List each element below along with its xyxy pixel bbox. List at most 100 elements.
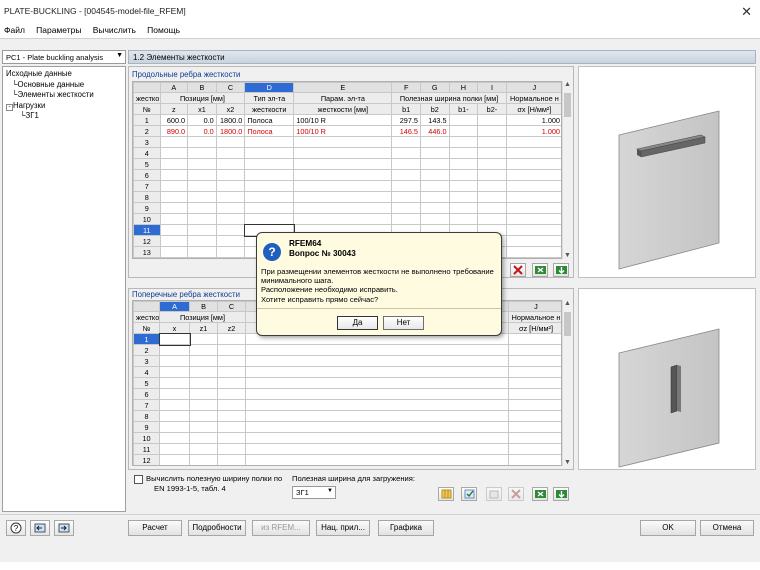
table-cell[interactable] — [215, 169, 246, 181]
from-rfem-button[interactable]: из RFEM... — [252, 520, 310, 536]
table-cell[interactable] — [477, 136, 507, 148]
table-cell[interactable] — [189, 388, 218, 400]
row-number[interactable]: 6 — [133, 388, 160, 400]
table-cell[interactable] — [159, 235, 189, 247]
table-cell[interactable] — [245, 421, 509, 433]
table-cell[interactable] — [508, 432, 561, 444]
tree-root[interactable]: Исходные данные — [6, 69, 122, 80]
table-cell[interactable] — [419, 202, 450, 214]
table-cell[interactable] — [419, 213, 450, 225]
table-cell[interactable] — [245, 388, 509, 400]
table-cell[interactable] — [215, 136, 246, 148]
cell-x1[interactable]: 0.0 — [187, 114, 217, 126]
table-cell[interactable] — [508, 333, 561, 345]
table-cell[interactable] — [505, 202, 561, 214]
table-cell[interactable] — [293, 202, 393, 214]
import-excel-icon[interactable] — [532, 487, 548, 501]
row-number[interactable]: 5 — [133, 158, 161, 170]
table-cell[interactable] — [508, 377, 561, 389]
col-letter[interactable]: A — [159, 301, 190, 312]
table-cell[interactable] — [217, 333, 246, 345]
table-cell[interactable] — [244, 136, 295, 148]
graphics-button[interactable]: Графика — [378, 520, 434, 536]
delete-row-icon[interactable] — [508, 487, 524, 501]
table-cell[interactable] — [245, 432, 509, 444]
table-cell[interactable] — [505, 158, 561, 170]
table-cell[interactable] — [159, 377, 190, 389]
table-cell[interactable] — [217, 366, 246, 378]
row-number[interactable]: 6 — [133, 169, 161, 181]
table-cell[interactable] — [391, 213, 421, 225]
table-cell[interactable] — [293, 169, 393, 181]
table-cell[interactable] — [477, 180, 507, 192]
table-cell[interactable] — [508, 388, 561, 400]
cell-b1m[interactable] — [448, 114, 479, 126]
table-cell[interactable] — [159, 191, 189, 203]
cell-b2[interactable]: 143.5 — [419, 114, 450, 126]
scroll-thumb[interactable] — [564, 312, 571, 336]
national-annex-button[interactable]: Нац. прил... — [316, 520, 370, 536]
row-number[interactable]: 10 — [133, 432, 160, 444]
table-cell[interactable] — [391, 136, 421, 148]
row-number[interactable]: 9 — [133, 421, 160, 433]
table-cell[interactable] — [508, 399, 561, 411]
table-cell[interactable] — [505, 136, 561, 148]
row-number[interactable]: 4 — [133, 366, 160, 378]
cell-type[interactable]: Полоса — [244, 114, 295, 126]
table-cell[interactable] — [158, 332, 191, 346]
table-cell[interactable] — [419, 191, 450, 203]
table-cell[interactable] — [159, 421, 190, 433]
table-cell[interactable] — [508, 443, 561, 455]
table-cell[interactable] — [159, 454, 190, 465]
table-cell[interactable] — [187, 246, 217, 258]
table-cell[interactable] — [159, 202, 189, 214]
table-cell[interactable] — [448, 213, 479, 225]
row-number[interactable]: 2 — [133, 344, 160, 356]
table-cell[interactable] — [508, 421, 561, 433]
table-cell[interactable] — [159, 147, 189, 159]
table-cell[interactable] — [187, 202, 217, 214]
row-number[interactable]: 10 — [133, 213, 161, 225]
table-cell[interactable] — [293, 213, 393, 225]
table-cell[interactable] — [508, 366, 561, 378]
cell-z[interactable]: 600.0 — [159, 114, 189, 126]
cell-type[interactable]: Полоса — [244, 125, 295, 137]
table-cell[interactable] — [187, 191, 217, 203]
table-cell[interactable] — [159, 410, 190, 422]
table-cell[interactable] — [189, 333, 218, 345]
table-cell[interactable] — [187, 158, 217, 170]
table-cell[interactable] — [448, 136, 479, 148]
insert-columns-icon[interactable] — [438, 487, 454, 501]
col-letter[interactable]: G — [419, 82, 450, 93]
table-cell[interactable] — [448, 180, 479, 192]
cancel-button[interactable]: Отмена — [700, 520, 754, 536]
table-cell[interactable] — [245, 355, 509, 367]
table-cell[interactable] — [189, 377, 218, 389]
table-cell[interactable] — [217, 454, 246, 465]
tree-item-basic[interactable]: └Основные данные — [6, 80, 122, 91]
table-cell[interactable] — [215, 235, 246, 247]
table-cell[interactable] — [477, 213, 507, 225]
effective-width-checkbox[interactable] — [134, 475, 143, 484]
table-cell[interactable] — [187, 169, 217, 181]
col-letter[interactable]: J — [505, 82, 561, 93]
table-cell[interactable] — [217, 388, 246, 400]
table-cell[interactable] — [505, 246, 561, 258]
table-cell[interactable] — [215, 202, 246, 214]
row-number[interactable]: 9 — [133, 202, 161, 214]
row-number[interactable]: 11 — [133, 443, 160, 455]
table-cell[interactable] — [244, 213, 295, 225]
table-cell[interactable] — [244, 158, 295, 170]
cell-param[interactable]: 100/10 R — [293, 125, 393, 137]
row-number[interactable]: 8 — [133, 191, 161, 203]
table-cell[interactable] — [245, 399, 509, 411]
cell-b2m[interactable] — [477, 114, 507, 126]
table-cell[interactable] — [508, 355, 561, 367]
table-cell[interactable] — [215, 246, 246, 258]
transverse-scrollbar[interactable]: ▲ ▼ — [562, 300, 572, 466]
tree-item-stiffeners[interactable]: └Элементы жесткости — [6, 90, 122, 101]
table-cell[interactable] — [508, 344, 561, 356]
col-letter[interactable]: F — [391, 82, 421, 93]
table-cell[interactable] — [505, 191, 561, 203]
table-cell[interactable] — [448, 191, 479, 203]
